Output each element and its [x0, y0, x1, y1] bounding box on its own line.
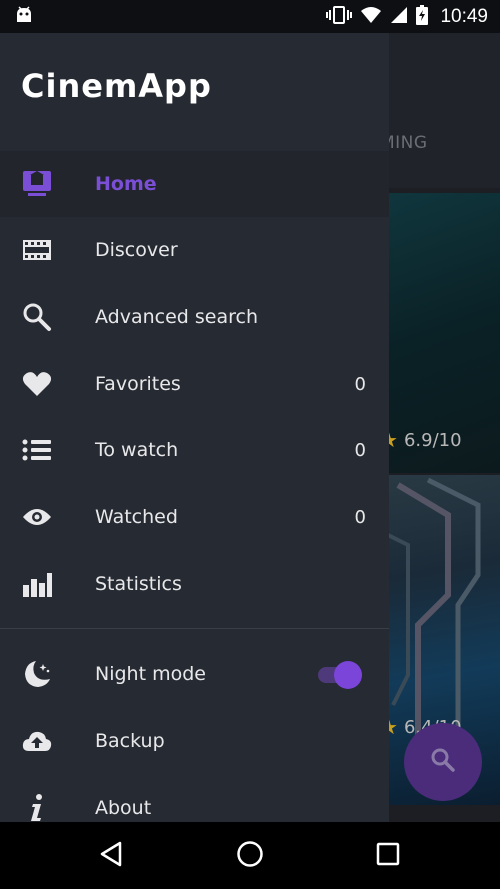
drawer-item-discover[interactable]: Discover: [0, 217, 389, 283]
drawer-item-to-watch[interactable]: To watch 0: [0, 417, 389, 483]
drawer-item-label: Backup: [95, 730, 165, 752]
film-strip-icon: [22, 235, 52, 265]
drawer-item-about[interactable]: About: [0, 775, 389, 822]
movie-rating: ★ 6.9/10: [380, 428, 462, 452]
moon-icon: [22, 659, 52, 689]
drawer-item-label: Night mode: [95, 663, 206, 685]
drawer-item-home[interactable]: Home: [0, 151, 389, 217]
night-mode-toggle[interactable]: [318, 661, 362, 689]
to-watch-count: 0: [354, 439, 366, 461]
home-circle-icon: [236, 840, 264, 872]
drawer-item-statistics[interactable]: Statistics: [0, 551, 389, 617]
search-fab-button[interactable]: [404, 723, 482, 801]
watched-count: 0: [354, 506, 366, 528]
cloud-upload-icon: [22, 726, 52, 756]
android-debug-icon: [14, 6, 34, 28]
recents-button[interactable]: [372, 840, 404, 872]
favorites-count: 0: [354, 373, 366, 395]
list-icon: [22, 435, 52, 465]
drawer-item-label: Discover: [95, 239, 178, 261]
drawer-item-label: Favorites: [95, 373, 181, 395]
magnifier-icon: [22, 302, 52, 332]
back-button[interactable]: [95, 840, 127, 872]
drawer-item-label: To watch: [95, 439, 179, 461]
clock: 10:49: [440, 5, 488, 27]
home-tv-icon: [22, 169, 52, 199]
search-icon: [430, 747, 456, 777]
drawer-item-label: About: [95, 797, 152, 819]
drawer-divider: [0, 628, 389, 629]
navigation-drawer: CinemApp Home Discover Advanced search F…: [0, 33, 389, 822]
status-bar: 10:49: [0, 0, 500, 33]
drawer-item-watched[interactable]: Watched 0: [0, 484, 389, 550]
back-triangle-icon: [98, 840, 124, 872]
wifi-icon: [360, 6, 382, 28]
signal-icon: [390, 6, 408, 28]
app-logo: CinemApp: [21, 67, 212, 105]
drawer-item-label: Statistics: [95, 573, 182, 595]
drawer-item-label: Watched: [95, 506, 178, 528]
recents-square-icon: [375, 841, 401, 871]
eye-icon: [22, 502, 52, 532]
info-icon: [22, 793, 52, 822]
vibrate-icon: [326, 5, 353, 29]
heart-icon: [22, 369, 52, 399]
system-nav-bar: [0, 822, 500, 889]
drawer-item-favorites[interactable]: Favorites 0: [0, 351, 389, 417]
toggle-thumb: [334, 661, 362, 689]
rating-value: 6.9/10: [403, 429, 462, 451]
home-button[interactable]: [234, 840, 266, 872]
bar-chart-icon: [22, 569, 52, 599]
drawer-item-advanced-search[interactable]: Advanced search: [0, 284, 389, 350]
drawer-item-backup[interactable]: Backup: [0, 708, 389, 774]
drawer-item-label: Home: [95, 173, 157, 195]
drawer-item-night-mode[interactable]: Night mode: [0, 641, 389, 707]
drawer-item-label: Advanced search: [95, 306, 259, 328]
battery-charging-icon: [416, 4, 429, 29]
